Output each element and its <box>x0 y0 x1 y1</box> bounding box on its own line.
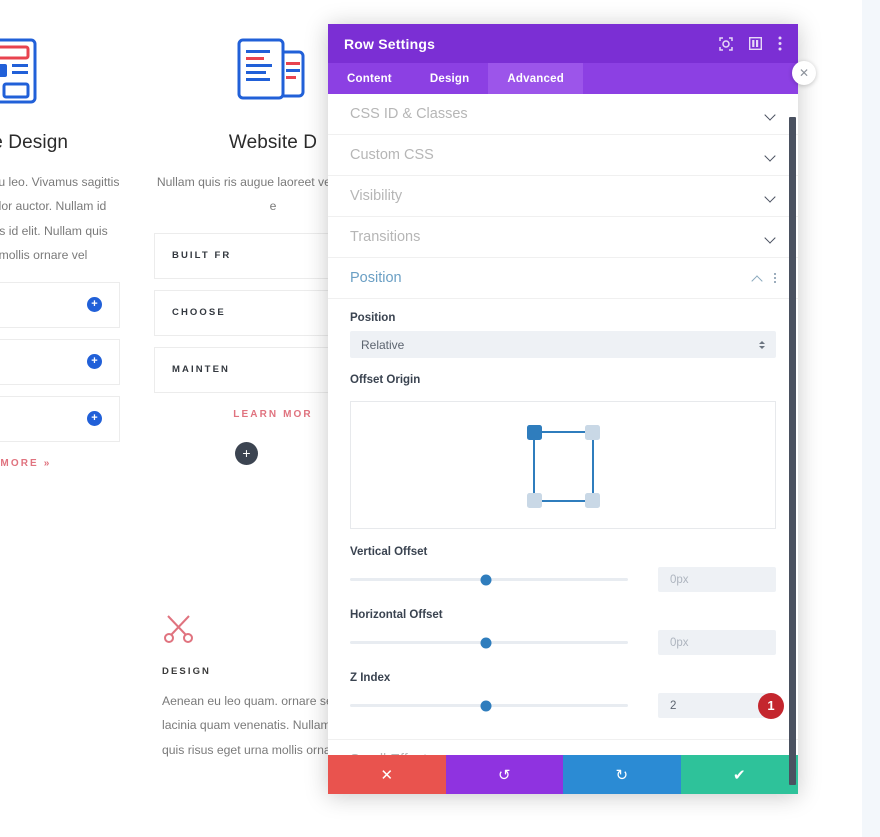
section-title: Custom CSS <box>350 147 434 163</box>
scissors-icon <box>162 612 352 652</box>
modal-body: CSS ID & Classes Custom CSS Visibility T… <box>328 94 798 755</box>
section-controls <box>752 272 776 284</box>
tab-design[interactable]: Design <box>411 63 489 94</box>
offset-origin-label: Offset Origin <box>350 374 421 386</box>
chevron-down-icon[interactable] <box>765 234 776 241</box>
toggle-row[interactable]: GY + <box>0 395 120 442</box>
origin-handle-bottom-right[interactable] <box>585 493 600 508</box>
plus-icon[interactable]: + <box>87 411 102 427</box>
section-title: Transitions <box>350 229 421 245</box>
slider-knob[interactable] <box>480 700 492 711</box>
section-title: Position <box>350 270 402 286</box>
chevron-down-icon[interactable] <box>765 193 776 200</box>
process-name: DESIGN <box>162 666 212 677</box>
section-controls <box>765 111 776 118</box>
modal-title: Row Settings <box>344 35 436 52</box>
section-controls <box>765 193 776 200</box>
section-title: CSS ID & Classes <box>350 106 468 122</box>
vertical-offset-row: 0px <box>350 567 776 592</box>
toggle-label: MAINTEN <box>172 364 230 376</box>
chevron-down-icon[interactable] <box>765 152 776 159</box>
position-section-content: Position Relative Offset Origin Vertical… <box>328 299 798 722</box>
tab-content[interactable]: Content <box>328 63 411 94</box>
modal-action-bar: ✕ ↺ ↻ ✔ <box>328 755 798 794</box>
vertical-offset-slider[interactable] <box>350 574 628 585</box>
tab-advanced[interactable]: Advanced <box>488 63 583 94</box>
section-title: Visibility <box>350 188 403 204</box>
toggle-row[interactable]: + <box>0 281 120 328</box>
process-card: are semullam ornare <box>0 612 50 762</box>
section-visibility[interactable]: Visibility <box>328 176 798 217</box>
section-css-id-classes[interactable]: CSS ID & Classes <box>328 94 798 135</box>
section-title: Scroll Effects <box>350 752 765 756</box>
service-body: na mollis ornare vel eu leo. Vivamus sag… <box>0 175 120 263</box>
modal-tabs: Content Design Advanced <box>328 63 798 94</box>
plus-icon[interactable]: + <box>87 354 102 370</box>
offset-origin-picker[interactable] <box>350 401 776 529</box>
toggle-label: CHOOSE <box>172 307 226 319</box>
origin-handle-bottom-left[interactable] <box>527 493 542 508</box>
horizontal-offset-label: Horizontal Offset <box>350 609 443 621</box>
service-card: Website Design na mollis ornare vel eu l… <box>0 26 120 469</box>
vertical-offset-input[interactable]: 0px <box>658 567 776 592</box>
z-index-label: Z Index <box>350 672 391 684</box>
cancel-button[interactable]: ✕ <box>328 755 446 794</box>
z-index-group: Z Index 2 1 <box>350 672 784 719</box>
z-index-input[interactable]: 2 1 <box>658 692 784 719</box>
process-card: DESIGN Aenean eu leo quam. ornare sem la… <box>162 612 352 762</box>
toggle-row[interactable]: D + <box>0 338 120 385</box>
horizontal-offset-input[interactable]: 0px <box>658 630 776 655</box>
section-kebab-icon[interactable] <box>773 272 776 284</box>
vertical-offset-label: Vertical Offset <box>350 546 428 558</box>
section-controls <box>765 234 776 241</box>
modal-scrollbar[interactable] <box>789 117 796 785</box>
target-icon[interactable] <box>719 36 733 51</box>
layout-columns-icon[interactable] <box>749 37 762 50</box>
process-clip-text: are semullam ornare <box>0 624 50 697</box>
modal-header: Row Settings <box>328 24 798 63</box>
step-badge: 1 <box>758 692 784 719</box>
toggle-list: + D + GY + <box>0 281 120 442</box>
newspaper-layout-icon <box>0 26 120 120</box>
spinner-icon <box>759 340 765 349</box>
undo-button[interactable]: ↺ <box>445 755 563 794</box>
vertical-offset-value: 0px <box>670 573 689 586</box>
section-custom-css[interactable]: Custom CSS <box>328 135 798 176</box>
slider-knob[interactable] <box>480 574 492 585</box>
section-position[interactable]: Position <box>328 258 798 299</box>
z-index-slider[interactable] <box>350 700 628 711</box>
toggle-label: BUILT FR <box>172 250 232 262</box>
offset-origin-frame <box>527 425 600 508</box>
plus-icon[interactable]: + <box>87 297 102 313</box>
redo-button[interactable]: ↻ <box>563 755 681 794</box>
process-body: Aenean eu leo quam. ornare sem lacinia q… <box>162 694 343 757</box>
add-row-button[interactable]: + <box>235 442 258 465</box>
service-title: Website Design <box>0 132 69 153</box>
section-scroll-effects[interactable]: Scroll Effects <box>328 739 798 755</box>
row-settings-modal: Row Settings Content Design Advanced CSS… <box>328 24 798 794</box>
modal-header-icons <box>719 36 782 51</box>
section-transitions[interactable]: Transitions <box>328 217 798 258</box>
horizontal-offset-value: 0px <box>670 636 689 649</box>
horizontal-offset-slider[interactable] <box>350 637 628 648</box>
horizontal-offset-row: 0px <box>350 630 776 655</box>
save-button[interactable]: ✔ <box>680 755 798 794</box>
horizontal-offset-group: Horizontal Offset 0px <box>350 609 776 655</box>
vertical-offset-group: Vertical Offset 0px <box>350 546 776 592</box>
position-select-value: Relative <box>361 337 405 352</box>
page-edge-strip <box>862 0 880 837</box>
position-field-label: Position <box>350 312 396 324</box>
origin-handle-top-right[interactable] <box>585 425 600 440</box>
z-index-row: 2 1 <box>350 692 784 719</box>
chevron-down-icon[interactable] <box>765 111 776 118</box>
z-index-value: 2 <box>670 699 677 712</box>
position-select[interactable]: Relative <box>350 331 776 358</box>
chevron-up-icon[interactable] <box>752 274 763 281</box>
close-icon[interactable]: ✕ <box>792 61 816 85</box>
slider-knob[interactable] <box>480 637 492 648</box>
origin-handle-top-left[interactable] <box>527 425 542 440</box>
kebab-menu-icon[interactable] <box>778 36 782 51</box>
section-controls <box>765 152 776 159</box>
learn-more-link[interactable]: LEARN MORE » <box>0 458 120 469</box>
